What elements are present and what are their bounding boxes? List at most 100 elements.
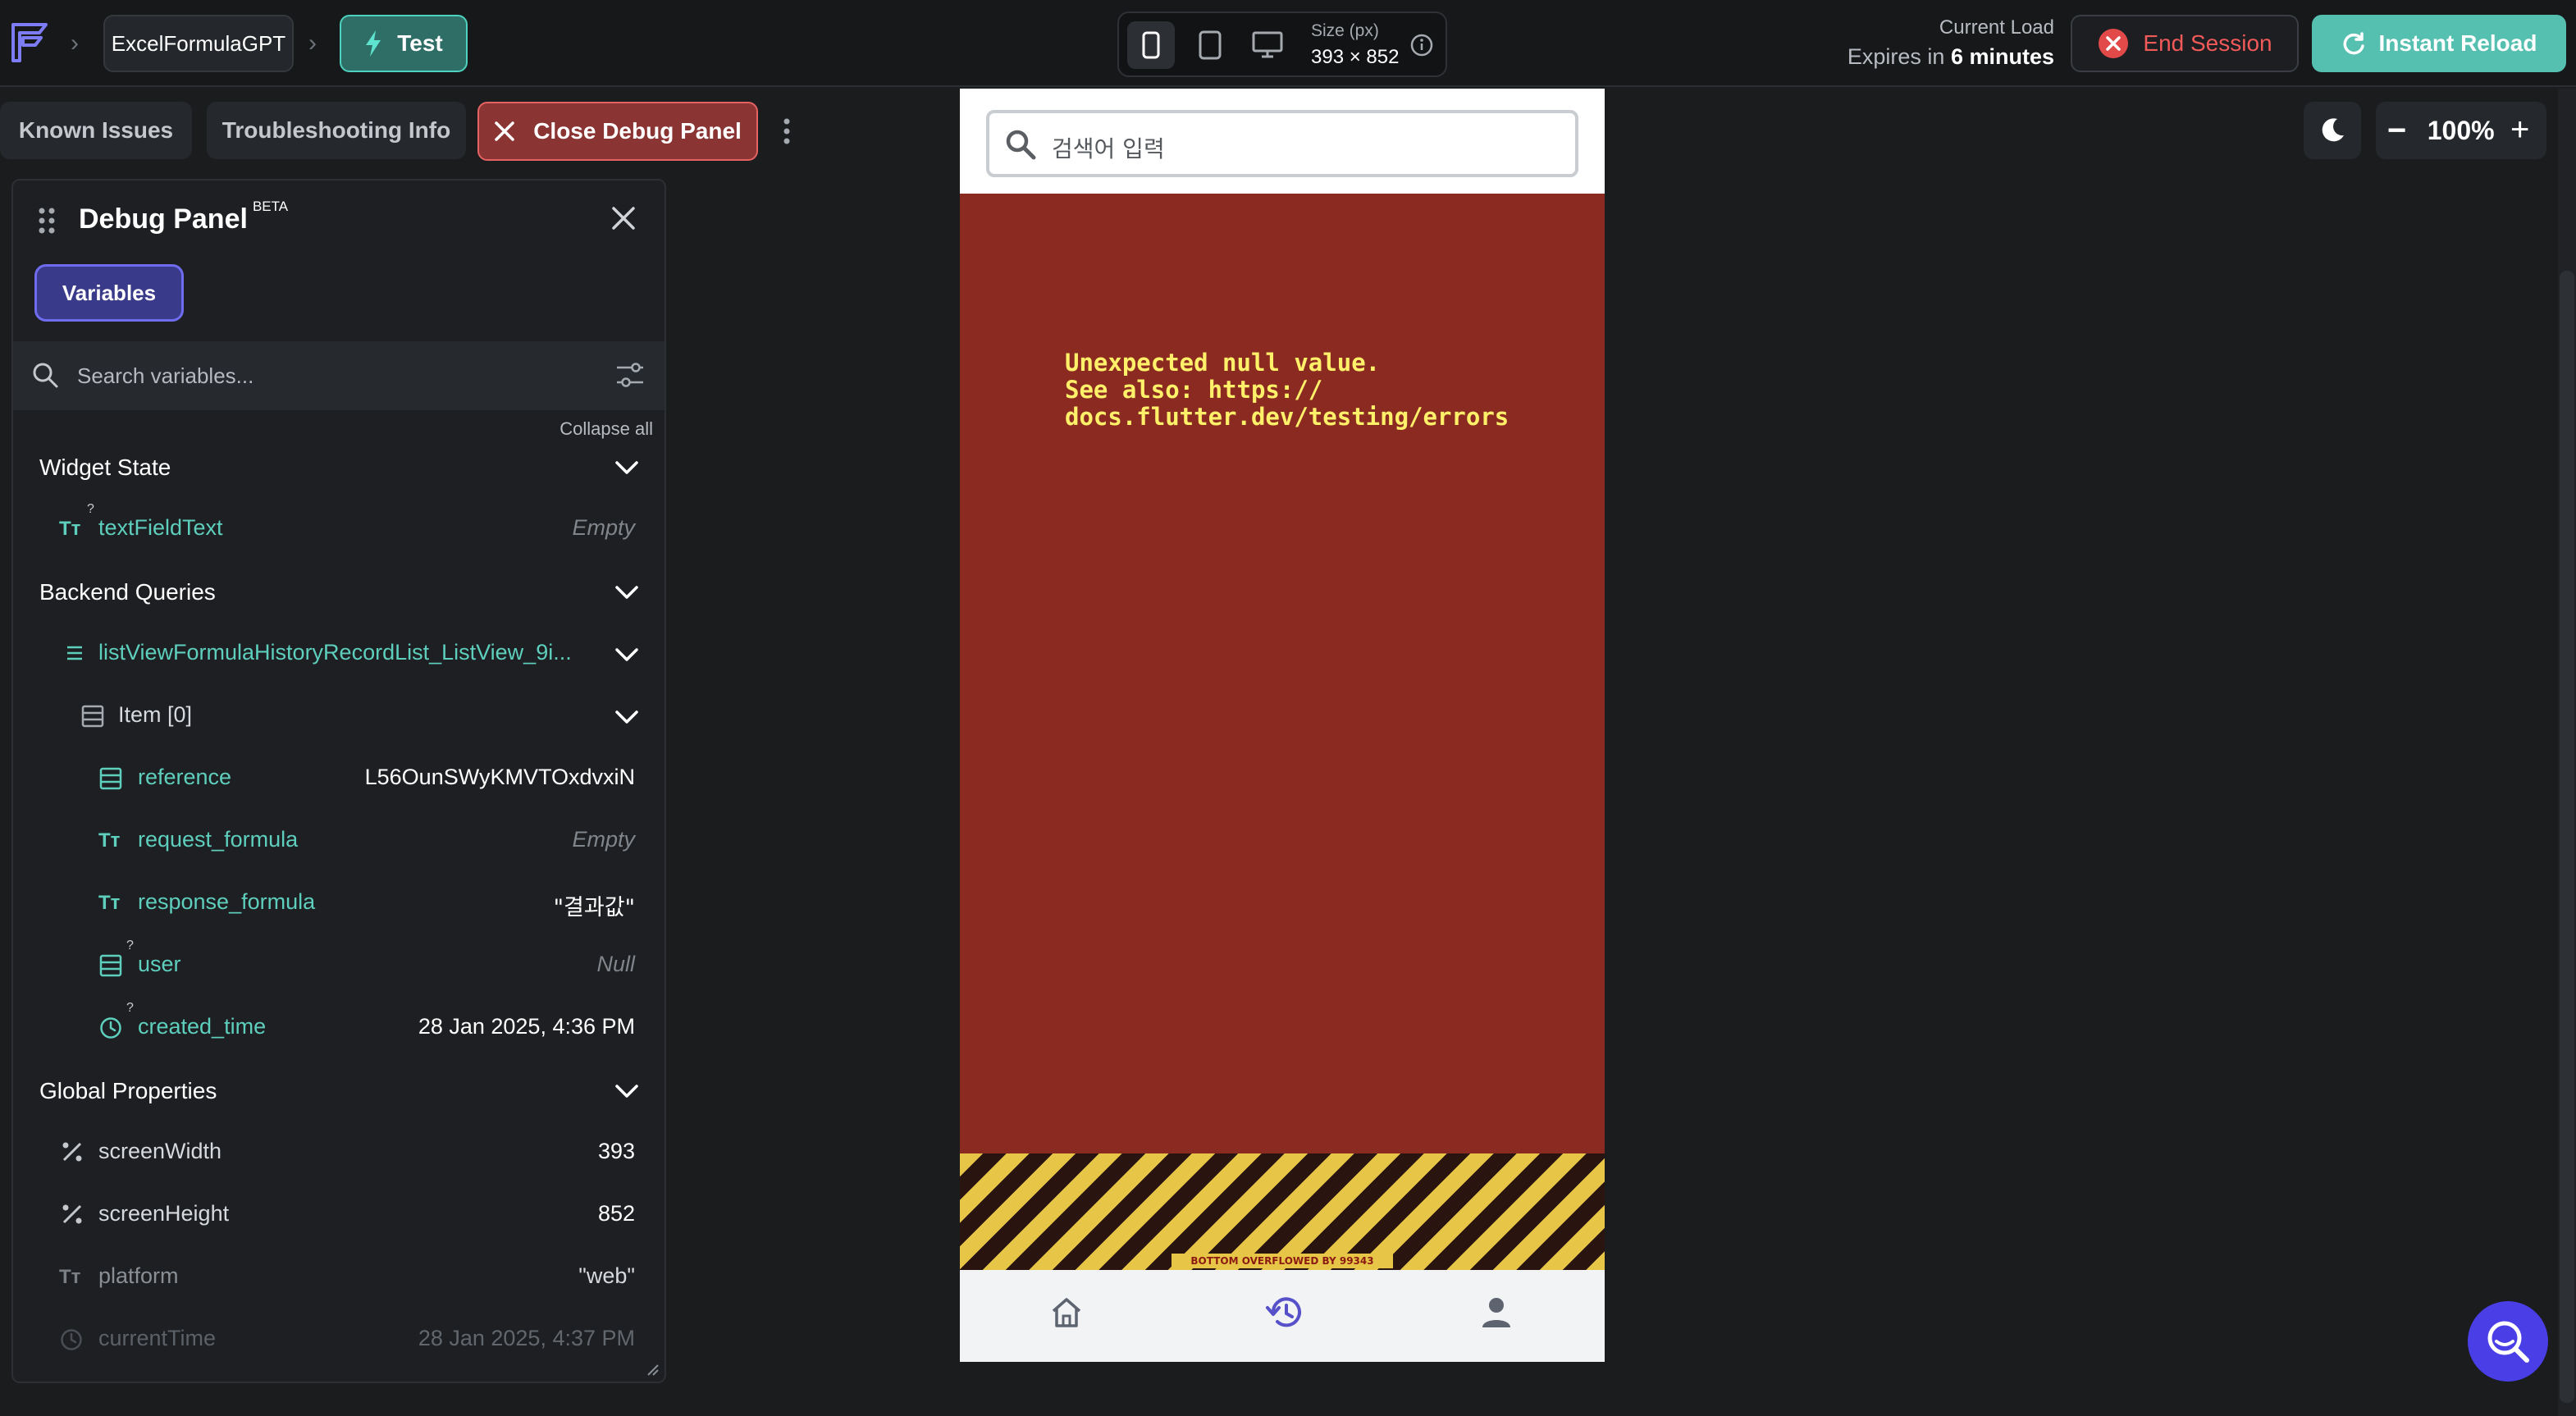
property-value: 393: [597, 1139, 635, 1163]
document-icon: [99, 767, 122, 790]
nullable-marker: ?: [87, 502, 94, 516]
history-icon[interactable]: [1263, 1295, 1303, 1331]
desktop-icon: [1252, 31, 1283, 58]
property-value: "web": [578, 1263, 635, 1288]
query-row[interactable]: listViewFormulaHistoryRecordList_ListVie…: [13, 628, 665, 678]
collapse-all-link[interactable]: Collapse all: [560, 418, 653, 440]
svg-text:Tт: Tт: [98, 829, 121, 850]
variable-name: textFieldText: [98, 515, 223, 540]
text-type-icon: Tт: [98, 892, 121, 912]
nullable-marker: ?: [126, 1001, 134, 1015]
property-row-current-time[interactable]: currentTime 28 Jan 2025, 4:37 PM: [13, 1314, 665, 1363]
svg-text:Tт: Tт: [59, 518, 81, 538]
info-icon[interactable]: [1409, 33, 1434, 57]
percent-icon: [62, 1204, 82, 1224]
tab-variables[interactable]: Variables: [34, 264, 184, 322]
desktop-device-button[interactable]: [1244, 21, 1291, 69]
resize-handle-icon[interactable]: [645, 1362, 660, 1377]
field-name: user: [138, 952, 181, 976]
known-issues-label: Known Issues: [18, 117, 174, 143]
tablet-device-button[interactable]: [1186, 21, 1234, 69]
profile-icon[interactable]: [1478, 1295, 1514, 1331]
overflow-warning-label: BOTTOM OVERFLOWED BY 99343 PIXELS: [1172, 1254, 1393, 1281]
scrollbar-thumb[interactable]: [2560, 271, 2574, 1403]
filter-icon[interactable]: [615, 361, 645, 389]
close-debug-panel-label: Close Debug Panel: [533, 118, 742, 144]
section-backend-queries[interactable]: Backend Queries: [39, 579, 216, 605]
field-value: Null: [596, 952, 635, 976]
zoom-in-button[interactable]: +: [2510, 113, 2529, 146]
close-debug-panel-button[interactable]: Close Debug Panel: [477, 102, 758, 161]
instant-reload-button[interactable]: Instant Reload: [2312, 15, 2566, 72]
device-preview: 검색어 입력 Unexpected null value. See also: …: [960, 89, 1605, 1362]
troubleshooting-info-button[interactable]: Troubleshooting Info: [207, 102, 466, 159]
drag-handle-icon[interactable]: [38, 207, 56, 235]
refresh-icon: [2343, 32, 2364, 55]
expires-prefix: Expires in: [1847, 44, 1951, 69]
field-row-reference[interactable]: reference L56OunSWyKMVTOxdvxiN: [13, 753, 665, 802]
phone-device-button[interactable]: [1127, 21, 1175, 69]
end-session-button[interactable]: End Session: [2071, 15, 2299, 72]
property-name: screenHeight: [98, 1201, 230, 1226]
size-value: 393 × 852: [1311, 46, 1400, 68]
field-name: reference: [138, 765, 232, 789]
field-row-request-formula[interactable]: Tт request_formula Empty: [13, 815, 665, 865]
field-row-user[interactable]: ? user Null: [13, 939, 665, 989]
known-issues-button[interactable]: Known Issues: [0, 102, 192, 159]
debug-panel: Debug Panel BETA Variables Collapse all W…: [11, 179, 666, 1383]
query-item-row[interactable]: Item [0]: [13, 691, 665, 740]
text-type-icon: Tт: [98, 829, 121, 850]
preview-search-area: 검색어 입력: [960, 89, 1605, 194]
percent-icon: [62, 1142, 82, 1162]
end-session-label: End Session: [2143, 30, 2272, 56]
session-expiry: Expires in 6 minutes: [1848, 44, 2054, 70]
property-row-screen-width[interactable]: screenWidth 393: [13, 1127, 665, 1176]
tablet-icon: [1199, 30, 1222, 60]
field-row-created-time[interactable]: ? created_time 28 Jan 2025, 4:36 PM: [13, 1001, 665, 1052]
property-row-platform[interactable]: Tт platform "web": [13, 1252, 665, 1301]
section-global-properties[interactable]: Global Properties: [39, 1078, 217, 1104]
device-selector: Size (px) 393 × 852: [1117, 11, 1447, 77]
field-value: Empty: [572, 827, 635, 852]
close-icon: [495, 121, 514, 141]
clock-icon: [61, 1329, 82, 1350]
zoom-out-button[interactable]: −: [2387, 114, 2406, 147]
close-icon[interactable]: [610, 205, 637, 231]
field-value: L56OunSWyKMVTOxdvxiN: [364, 765, 635, 789]
field-value: "결과값": [553, 895, 635, 920]
property-name: screenWidth: [98, 1139, 222, 1163]
chevron-down-icon[interactable]: [614, 707, 640, 727]
troubleshooting-info-label: Troubleshooting Info: [222, 117, 451, 143]
field-row-response-formula[interactable]: Tт response_formula "결과값": [13, 878, 665, 927]
field-value: 28 Jan 2025, 4:36 PM: [418, 1014, 635, 1039]
variable-search-bar: [13, 341, 665, 410]
more-options-icon[interactable]: [779, 115, 794, 148]
top-bar: › ExcelFormulaGPT › Test Size (px) 393 ×…: [0, 0, 2576, 87]
field-name: created_time: [138, 1014, 267, 1039]
close-circle-icon: [2099, 29, 2129, 58]
chevron-down-icon[interactable]: [614, 645, 640, 665]
section-widget-state[interactable]: Widget State: [39, 454, 171, 481]
preview-search-input[interactable]: 검색어 입력: [986, 110, 1578, 177]
chevron-down-icon[interactable]: [614, 1081, 640, 1101]
clock-icon: [100, 1017, 121, 1039]
project-name-button[interactable]: ExcelFormulaGPT: [103, 15, 294, 72]
test-mode-button[interactable]: Test: [340, 15, 468, 72]
variable-row-textfieldtext[interactable]: ? Tт textFieldText Empty: [13, 502, 665, 553]
svg-text:Tт: Tт: [59, 1266, 81, 1286]
chevron-down-icon[interactable]: [614, 458, 640, 477]
field-name: request_formula: [138, 827, 299, 852]
chevron-down-icon[interactable]: [614, 582, 640, 602]
theme-toggle-button[interactable]: [2304, 102, 2361, 159]
support-chat-button[interactable]: [2468, 1301, 2548, 1382]
home-icon[interactable]: [1048, 1295, 1085, 1331]
flutterflow-logo-icon[interactable]: [8, 20, 51, 66]
text-type-icon: Tт: [59, 1266, 81, 1286]
property-value: 852: [597, 1201, 635, 1226]
expires-value: 6 minutes: [1950, 44, 2054, 69]
property-row-screen-height[interactable]: screenHeight 852: [13, 1190, 665, 1239]
search-variables-input[interactable]: [77, 356, 586, 395]
lightning-bolt-icon: [366, 30, 381, 57]
bottom-nav-bar: [960, 1270, 1605, 1362]
item-label: Item [0]: [118, 702, 193, 727]
